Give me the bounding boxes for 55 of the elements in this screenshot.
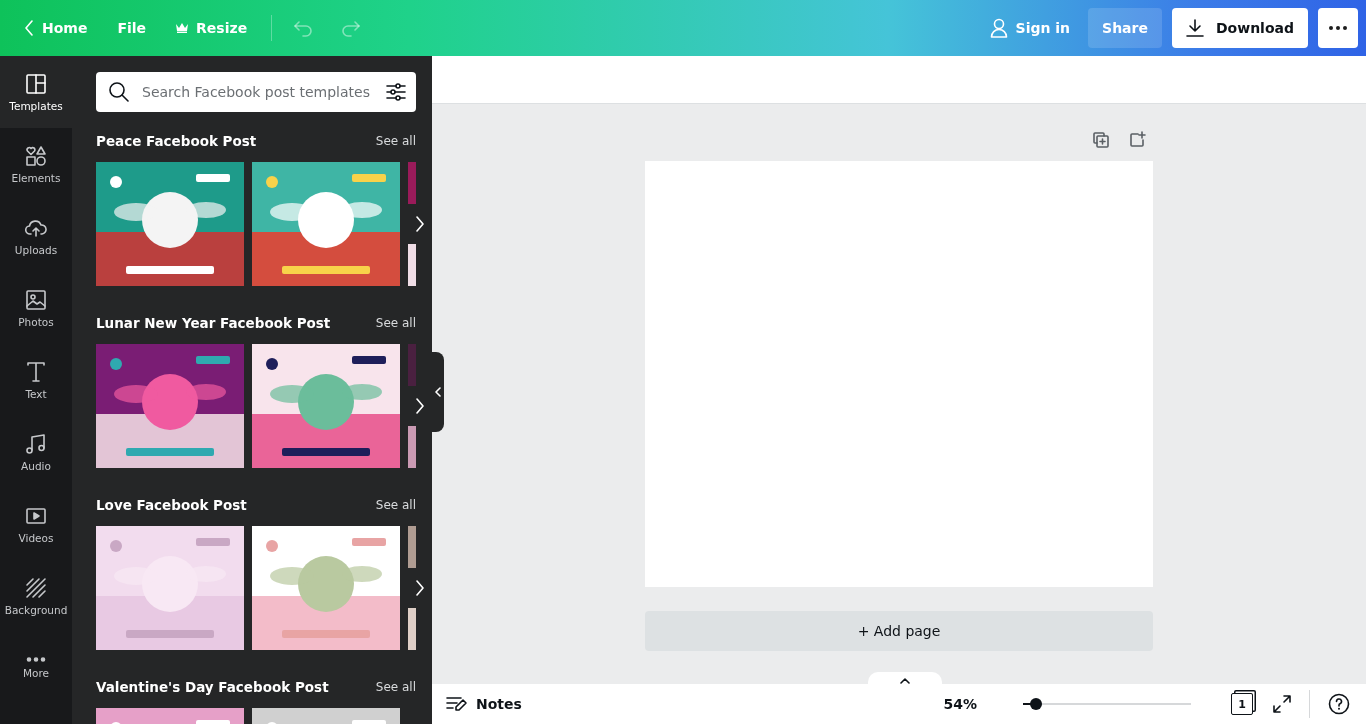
search-field[interactable]: Search Facebook post templates bbox=[140, 83, 375, 101]
sidebar-tab[interactable]: Text bbox=[0, 344, 72, 416]
chevron-up-icon bbox=[900, 678, 910, 684]
notes-button[interactable]: Notes bbox=[446, 695, 522, 713]
section-title: Lunar New Year Facebook Post bbox=[96, 315, 331, 331]
add-page-button[interactable] bbox=[1127, 130, 1147, 150]
person-icon bbox=[989, 18, 1008, 38]
layout-icon bbox=[25, 72, 47, 95]
see-all-link[interactable]: See all bbox=[375, 316, 416, 330]
sidebar-tab[interactable]: Background bbox=[0, 560, 72, 632]
image-icon bbox=[25, 288, 47, 311]
add-page-button[interactable]: + Add page bbox=[645, 611, 1153, 651]
sidebar-tab[interactable]: Uploads bbox=[0, 200, 72, 272]
search-bar[interactable]: Search Facebook post templates bbox=[96, 72, 416, 112]
help-icon bbox=[1328, 693, 1350, 715]
see-all-link[interactable]: See all bbox=[375, 680, 416, 694]
section-title: Love Facebook Post bbox=[96, 497, 247, 513]
more-options-button[interactable] bbox=[1318, 8, 1358, 48]
sidebar-tab[interactable]: Audio bbox=[0, 416, 72, 488]
sidebar-tab[interactable]: Photos bbox=[0, 272, 72, 344]
crown-icon bbox=[176, 23, 189, 33]
section-title: Valentine's Day Facebook Post bbox=[96, 679, 329, 695]
text-icon bbox=[25, 360, 47, 383]
duplicate-icon bbox=[1092, 131, 1110, 149]
music-note-icon bbox=[25, 432, 47, 455]
shapes-icon bbox=[25, 144, 47, 167]
show-pages-button[interactable] bbox=[868, 672, 942, 684]
more-icon bbox=[26, 657, 46, 662]
slider-thumb[interactable] bbox=[1030, 698, 1043, 710]
hatched-pattern-icon bbox=[25, 576, 47, 599]
more-icon bbox=[1329, 26, 1347, 30]
see-all-link[interactable]: See all bbox=[375, 134, 416, 148]
chevron-left-icon bbox=[24, 20, 34, 36]
download-button[interactable]: Download bbox=[1171, 8, 1308, 48]
chevron-right-icon bbox=[415, 398, 425, 414]
redo-icon bbox=[339, 18, 362, 38]
sidebar-tab[interactable]: Templates bbox=[0, 56, 72, 128]
download-icon bbox=[1185, 19, 1204, 37]
sidebar-tab[interactable]: More bbox=[0, 632, 72, 704]
chevron-right-icon bbox=[415, 580, 425, 596]
chevron-right-icon bbox=[415, 216, 425, 232]
page-count-button[interactable]: 1 bbox=[1231, 693, 1253, 715]
sidebar-tab[interactable]: Elements bbox=[0, 128, 72, 200]
filter-icon bbox=[385, 81, 407, 103]
chevron-left-icon bbox=[435, 387, 441, 397]
search-icon bbox=[108, 81, 130, 103]
collapse-panel-button[interactable] bbox=[432, 352, 444, 432]
add-icon bbox=[1128, 131, 1146, 149]
zoom-percentage[interactable]: 54% bbox=[943, 696, 977, 712]
expand-icon bbox=[1272, 694, 1292, 714]
see-all-link[interactable]: See all bbox=[375, 498, 416, 512]
sidebar-tab[interactable]: Videos bbox=[0, 488, 72, 560]
section-title: Peace Facebook Post bbox=[96, 133, 257, 149]
notes-icon bbox=[446, 695, 468, 713]
duplicate-page-button[interactable] bbox=[1091, 130, 1111, 150]
